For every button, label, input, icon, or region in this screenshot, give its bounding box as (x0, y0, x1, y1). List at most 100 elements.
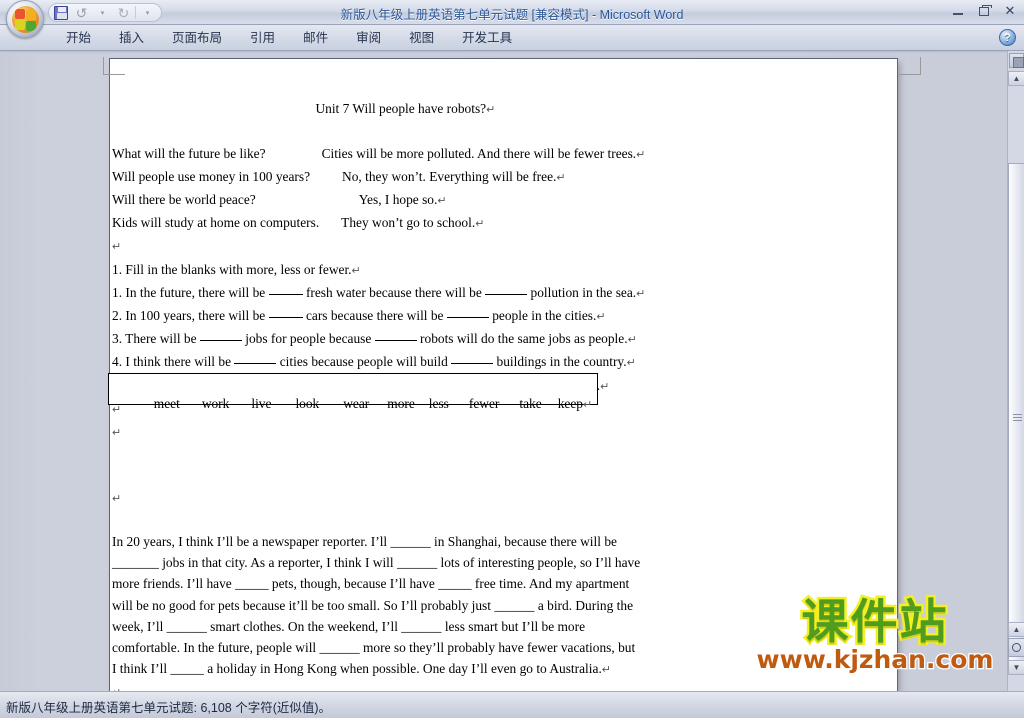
item-part-2: cars because there will be (305, 308, 444, 324)
next-page-button[interactable]: ▼ (1008, 660, 1024, 675)
pilcrow-icon: ↵ (486, 104, 496, 117)
restore-button[interactable] (974, 2, 994, 20)
doc-title-line: Unit 7 Will people have robots?↵ (102, 77, 682, 143)
item-part-3: buildings in the country. (496, 354, 627, 370)
item-number: 3. (112, 331, 123, 347)
cloze-line-7: I think I’ll _____ a holiday in Hong Kon… (112, 658, 682, 681)
customize-toolbar-icon[interactable]: ▾ (138, 4, 157, 21)
document-workspace: Unit 7 Will people have robots?↵ What wi… (0, 51, 1024, 718)
item-number: 4. (112, 354, 123, 370)
item-part-1: There will be (125, 331, 197, 347)
scroll-up-button[interactable]: ▲ (1008, 71, 1024, 86)
word-wear: wear (343, 396, 370, 411)
item-part-1: I think there will be (125, 354, 232, 370)
pilcrow-icon: ↵ (437, 195, 447, 208)
tab-insert[interactable]: 插入 (105, 26, 158, 50)
tab-page-layout[interactable]: 页面布局 (158, 26, 236, 50)
word-fewer: fewer (468, 396, 500, 411)
answer-blank[interactable] (451, 363, 494, 365)
tab-view[interactable]: 视图 (395, 26, 448, 50)
dialogue-line-4: Kids will study at home on computers. The… (112, 212, 682, 235)
save-icon[interactable] (51, 4, 70, 21)
word-look: look (295, 396, 320, 411)
office-logo-icon (12, 6, 39, 33)
pilcrow-icon: ↵ (112, 427, 122, 440)
scroll-thumb-grip (1013, 414, 1022, 422)
dialogue-line-3: Will there be world peace? Yes, I hope so… (112, 189, 682, 212)
minimize-button[interactable] (948, 2, 968, 20)
word-live: live (251, 396, 272, 411)
dialogue-question: Will there be world peace? (112, 192, 256, 208)
undo-dropdown-icon[interactable]: ▾ (93, 4, 112, 21)
cloze-line-2: _______ jobs in that city. As a reporter… (112, 555, 641, 571)
word-bank-box: meet work live look wear more less fewer take kee… (108, 373, 598, 411)
dialogue-answer: No, they won’t. Everything will be free. (342, 168, 557, 184)
answer-blank[interactable] (485, 293, 528, 295)
answer-blank[interactable] (268, 293, 303, 295)
dialogue-question: Will people use money in 100 years? (112, 168, 311, 184)
scroll-thumb[interactable] (1008, 163, 1024, 673)
tab-developer[interactable]: 开发工具 (448, 26, 526, 50)
item-part-3: pollution in the sea. (530, 284, 637, 300)
pilcrow-icon: ↵ (582, 399, 593, 411)
pilcrow-icon: ↵ (636, 148, 646, 161)
previous-page-button[interactable]: ▲ (1008, 622, 1024, 637)
close-button[interactable]: ✕ (1000, 2, 1020, 20)
redo-icon[interactable]: ↻ (114, 4, 133, 21)
empty-paragraph: ↵ (112, 487, 682, 510)
pilcrow-icon: ↵ (601, 664, 612, 677)
item-part-3: people in the cities. (492, 308, 597, 324)
section1-item-1: 1. In the future, there will be fresh wa… (112, 282, 682, 305)
pilcrow-icon: ↵ (636, 287, 646, 300)
section1-item-3: 3. There will be jobs for people because… (112, 328, 682, 351)
pilcrow-icon: ↵ (351, 264, 361, 277)
undo-icon[interactable]: ↺ (72, 4, 91, 21)
cloze-line-7-text: I think I’ll _____ a holiday in Hong Kon… (112, 661, 602, 677)
word-work: work (201, 396, 230, 411)
cloze-line-5: week, I’ll ______ smart clothes. On the … (112, 618, 586, 634)
answer-blank[interactable] (199, 340, 242, 342)
word-take: take (519, 396, 542, 411)
doc-title-text: Unit 7 Will people have robots? (315, 101, 487, 117)
tab-review[interactable]: 审阅 (342, 26, 395, 50)
section1-heading-text: 1. Fill in the blanks with more, less or… (112, 261, 352, 277)
ribbon-tab-strip: 开始 插入 页面布局 引用 邮件 审阅 视图 开发工具 ? (0, 25, 1024, 51)
answer-blank[interactable] (374, 340, 417, 342)
item-part-1: In 100 years, there will be (125, 308, 266, 324)
pilcrow-icon: ↵ (556, 171, 566, 184)
cloze-line-3: more friends. I’ll have _____ pets, thou… (112, 576, 630, 592)
item-part-2: cities because people will build (279, 354, 448, 370)
pilcrow-icon: ↵ (112, 492, 122, 505)
dialogue-line-1: What will the future be like? Cities will… (112, 143, 682, 166)
word-application-window: 新版八年级上册英语第七单元试题 [兼容模式] - Microsoft Word … (0, 0, 1024, 718)
office-button[interactable] (6, 0, 44, 38)
split-bar-handle[interactable] (1009, 53, 1024, 68)
section1-heading: 1. Fill in the blanks with more, less or… (112, 259, 682, 282)
item-part-2: jobs for people because (245, 331, 372, 347)
word-less: less (428, 396, 449, 411)
vertical-scrollbar[interactable]: ▲ ▲ ▼ (1007, 51, 1024, 691)
tab-home[interactable]: 开始 (52, 26, 105, 50)
answer-blank[interactable] (234, 363, 277, 365)
pilcrow-icon: ↵ (475, 218, 485, 231)
tab-mailings[interactable]: 邮件 (289, 26, 342, 50)
cloze-line-4: will be no good for pets because it’ll b… (112, 597, 634, 613)
empty-paragraph: ↵ (112, 235, 682, 258)
word-bank-text: meet work live look wear more less fewer take kee… (109, 374, 597, 428)
window-controls: ✕ (948, 2, 1020, 20)
margin-corner-top-left (103, 57, 125, 75)
answer-blank[interactable] (446, 317, 489, 319)
pilcrow-icon: ↵ (600, 380, 610, 393)
tab-references[interactable]: 引用 (236, 26, 289, 50)
select-browse-object-icon[interactable] (1008, 638, 1024, 657)
item-number: 1. (112, 284, 123, 300)
dialogue-question: What will the future be like? (112, 145, 266, 161)
status-bar: 新版八年级上册英语第七单元试题: 6,108 个字符(近似值)。 (0, 691, 1024, 718)
help-icon[interactable]: ? (999, 29, 1016, 46)
word-more: more (387, 396, 415, 411)
item-part-2: fresh water because there will be (305, 284, 482, 300)
answer-blank[interactable] (268, 317, 303, 319)
ribbon-tabs: 开始 插入 页面布局 引用 邮件 审阅 视图 开发工具 (52, 25, 526, 51)
